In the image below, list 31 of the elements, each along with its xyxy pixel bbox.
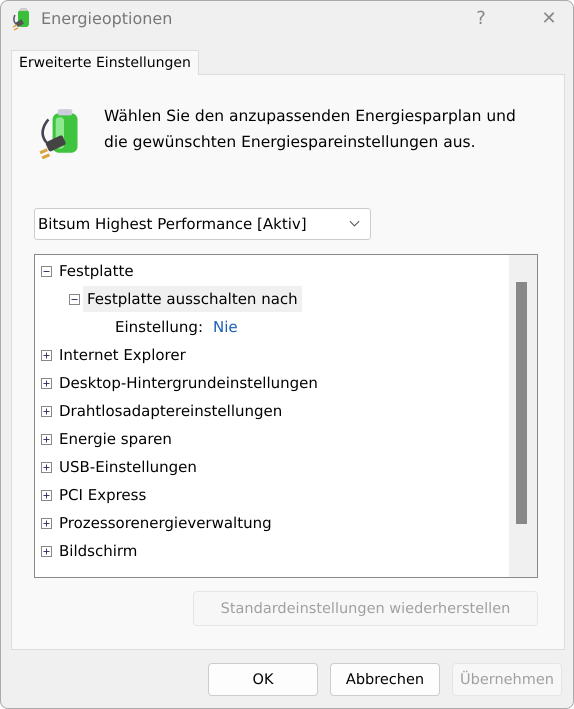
tree-item[interactable]: Energie sparen bbox=[59, 428, 175, 450]
setting-value-link[interactable]: Nie bbox=[213, 316, 241, 338]
tree-item[interactable]: Desktop-Hintergrundeinstellungen bbox=[59, 372, 321, 394]
scrollbar[interactable] bbox=[509, 255, 537, 577]
expand-icon[interactable] bbox=[41, 546, 52, 556]
instruction-text: Wählen Sie den anzupassenden Energiesparplan und die gewünschten Energiespareinstellungen aus. bbox=[104, 106, 517, 153]
tree-item[interactable]: Festplatte ausschalten nach bbox=[83, 286, 302, 312]
tree-item[interactable]: Drahtlosadaptereinstellungen bbox=[59, 400, 286, 422]
expand-icon[interactable] bbox=[41, 490, 52, 500]
tab[interactable]: Erweiterte Einstellungen bbox=[11, 50, 199, 75]
dialog-button[interactable]: OK bbox=[208, 663, 318, 696]
collapse-icon[interactable] bbox=[41, 266, 52, 276]
expand-icon[interactable] bbox=[41, 350, 52, 360]
window-title: Energieoptionen bbox=[41, 9, 174, 28]
expand-icon[interactable] bbox=[41, 462, 52, 472]
tree-item[interactable]: Prozessorenergieverwaltung bbox=[59, 512, 275, 534]
expand-icon[interactable] bbox=[41, 518, 52, 528]
setting-label: Einstellung: bbox=[115, 317, 204, 338]
tree-item[interactable]: Bildschirm bbox=[59, 540, 140, 562]
scrollbar-thumb[interactable] bbox=[516, 282, 527, 524]
tree-item[interactable]: Internet Explorer bbox=[59, 344, 189, 366]
tree-item[interactable]: Festplatte bbox=[59, 260, 137, 282]
expand-icon[interactable] bbox=[41, 434, 52, 444]
expand-icon[interactable] bbox=[41, 406, 52, 416]
chevron-down-icon bbox=[349, 220, 360, 228]
dialog-button[interactable]: Abbrechen bbox=[330, 663, 440, 696]
expand-icon[interactable] bbox=[41, 378, 52, 388]
plan-dropdown[interactable]: Bitsum Highest Performance [Aktiv] bbox=[34, 208, 371, 240]
collapse-icon[interactable] bbox=[69, 294, 80, 304]
tree-item[interactable]: PCI Express bbox=[59, 484, 150, 506]
tree-item[interactable]: USB-Einstellungen bbox=[59, 456, 200, 478]
